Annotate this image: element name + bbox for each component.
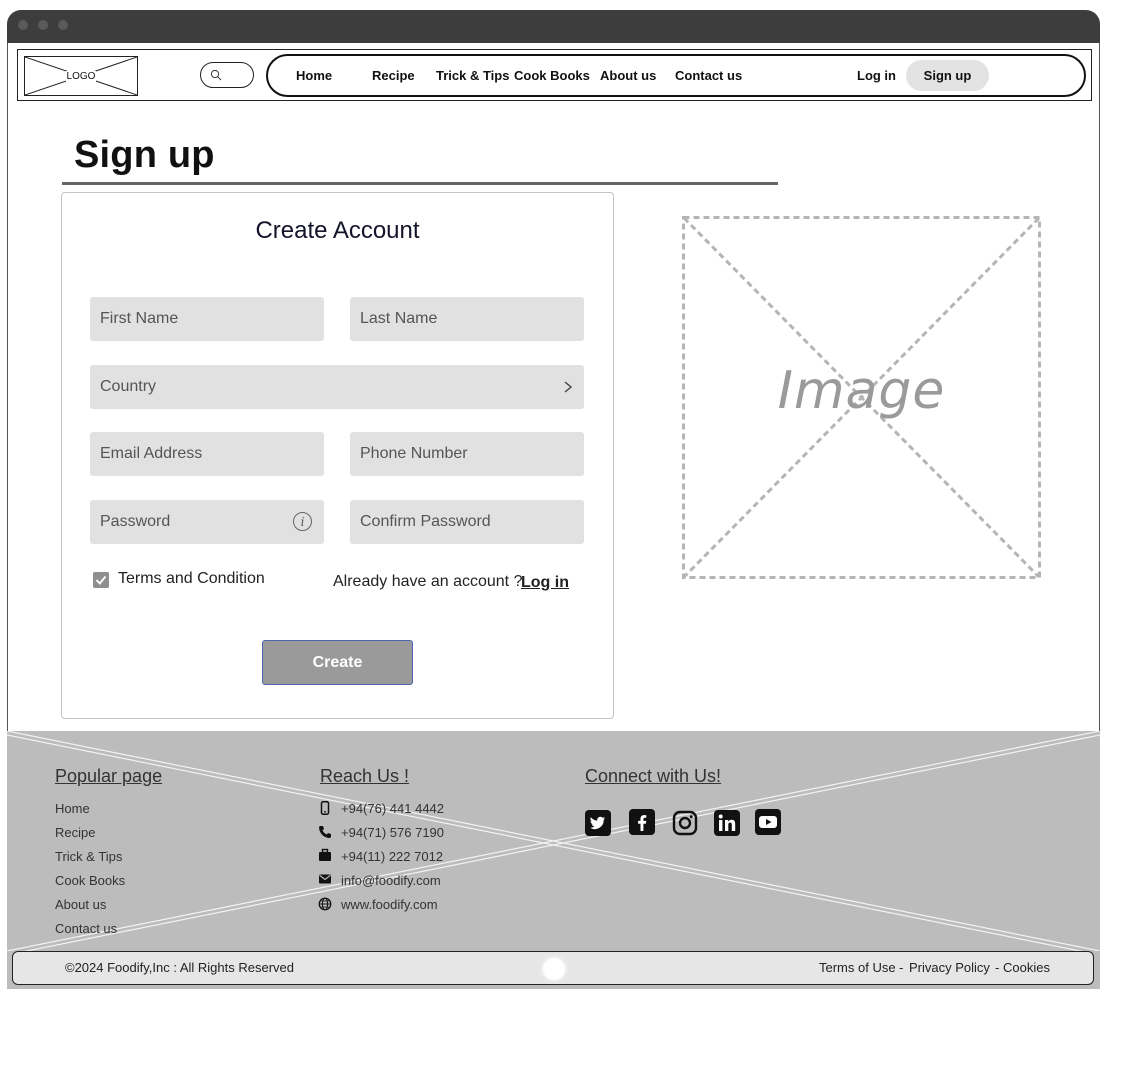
footer-link-recipe[interactable]: Recipe	[55, 825, 95, 840]
bottom-separator-1: -	[899, 960, 904, 975]
footer-link-about-us[interactable]: About us	[55, 897, 106, 912]
title-underline	[62, 182, 778, 185]
footer-link-trick-tips[interactable]: Trick & Tips	[55, 849, 122, 864]
image-placeholder: Image	[682, 216, 1041, 579]
first-name-field[interactable]: First Name	[90, 297, 324, 341]
bottom-separator-2: -	[995, 960, 1000, 975]
logo[interactable]: LOGO	[24, 56, 138, 96]
globe-icon	[318, 897, 332, 911]
phone-field[interactable]: Phone Number	[350, 432, 584, 476]
linkedin-icon[interactable]	[714, 810, 740, 836]
info-icon[interactable]: i	[293, 512, 312, 531]
contact-website[interactable]: www.foodify.com	[341, 897, 438, 912]
country-select[interactable]: Country	[90, 365, 584, 409]
search-icon	[210, 69, 222, 81]
search-input[interactable]	[200, 62, 254, 88]
youtube-icon[interactable]	[755, 809, 781, 835]
briefcase-icon	[319, 848, 331, 861]
mail-icon	[319, 874, 331, 884]
terms-of-use-link[interactable]: Terms of Use	[819, 952, 896, 984]
window-maximize-dot[interactable]	[58, 20, 68, 30]
already-account-text: Already have an account ?	[333, 573, 523, 590]
email-field[interactable]: Email Address	[90, 432, 324, 476]
contact-phone[interactable]: +94(71) 576 7190	[341, 825, 444, 840]
terms-label[interactable]: Terms and Condition	[118, 570, 265, 588]
connect-heading: Connect with Us!	[585, 766, 722, 786]
image-label: Image	[777, 361, 946, 421]
nav-home[interactable]: Home	[296, 56, 332, 95]
signup-button[interactable]: Sign up	[906, 60, 989, 91]
nav-about-us[interactable]: About us	[600, 56, 656, 95]
main-nav: Home Recipe Trick & Tips Cook Books Abou…	[266, 54, 1086, 97]
bottom-bar-circle	[543, 958, 565, 980]
footer-link-contact-us[interactable]: Contact us	[55, 921, 117, 936]
reach-us-heading: Reach Us !	[320, 766, 410, 786]
login-button[interactable]: Log in	[857, 56, 896, 95]
nav-cook-books[interactable]: Cook Books	[514, 56, 590, 95]
form-title: Create Account	[255, 217, 420, 244]
twitter-icon[interactable]	[585, 810, 611, 836]
confirm-password-field[interactable]: Confirm Password	[350, 500, 584, 544]
last-name-field[interactable]: Last Name	[350, 297, 584, 341]
window-titlebar	[7, 10, 1100, 43]
password-field-label: Password	[100, 513, 171, 530]
instagram-icon[interactable]	[672, 810, 698, 836]
terms-checkbox[interactable]	[93, 572, 109, 588]
chevron-right-icon	[564, 381, 572, 393]
footer-placeholder-cross	[7, 731, 1100, 951]
footer-link-home[interactable]: Home	[55, 801, 90, 816]
footer-bottom-bar: ©2024 Foodify,Inc : All Rights Reserved …	[12, 951, 1094, 985]
password-field[interactable]: Password i	[90, 500, 324, 544]
nav-recipe[interactable]: Recipe	[372, 56, 415, 95]
create-button[interactable]: Create	[262, 640, 413, 685]
facebook-icon[interactable]	[629, 809, 655, 835]
contact-email[interactable]: info@foodify.com	[341, 873, 441, 888]
privacy-policy-link[interactable]: Privacy Policy	[909, 952, 990, 984]
mobile-phone-icon	[320, 801, 330, 815]
copyright-text: ©2024 Foodify,Inc : All Rights Reserved	[65, 960, 295, 975]
window-close-dot[interactable]	[18, 20, 28, 30]
checkmark-icon	[95, 575, 107, 585]
nav-contact-us[interactable]: Contact us	[675, 56, 742, 95]
cookies-link[interactable]: Cookies	[1003, 952, 1050, 984]
page-title: Sign up	[74, 134, 215, 176]
signup-form-card: Create Account First Name Last Name Coun…	[61, 192, 614, 719]
nav-trick-tips[interactable]: Trick & Tips	[436, 56, 509, 95]
country-select-label: Country	[100, 378, 157, 395]
contact-office[interactable]: +94(11) 222 7012	[341, 849, 443, 864]
contact-mobile[interactable]: +94(76) 441 4442	[341, 801, 444, 816]
window-minimize-dot[interactable]	[38, 20, 48, 30]
logo-text: LOGO	[65, 70, 97, 82]
popular-page-heading: Popular page	[55, 766, 163, 786]
login-link[interactable]: Log in	[521, 574, 569, 592]
footer-link-cook-books[interactable]: Cook Books	[55, 873, 125, 888]
phone-icon	[319, 826, 331, 838]
